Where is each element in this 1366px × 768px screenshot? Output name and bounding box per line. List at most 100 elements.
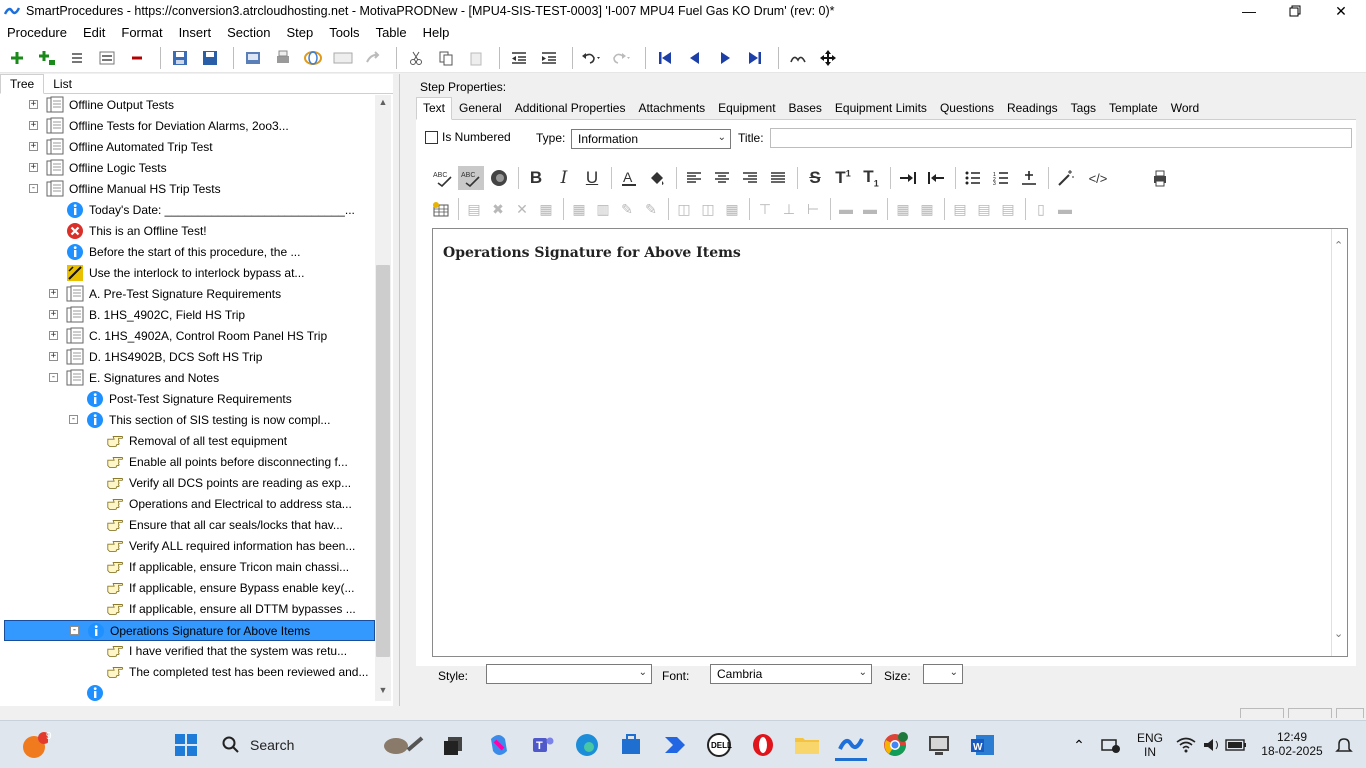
- subscript-button[interactable]: T1: [858, 166, 884, 190]
- tab-equipment-limits[interactable]: Equipment Limits: [829, 98, 933, 119]
- insert-col-right-button[interactable]: ◫: [697, 197, 719, 221]
- tree-node[interactable]: + A. Pre-Test Signature Requirements: [4, 284, 375, 305]
- add-child-button[interactable]: [34, 45, 60, 71]
- merge-button[interactable]: ▦: [535, 197, 557, 221]
- remote-desktop-button[interactable]: [923, 729, 955, 761]
- title-input[interactable]: [770, 128, 1352, 148]
- tab-tags[interactable]: Tags: [1065, 98, 1102, 119]
- tree-node[interactable]: + Offline Logic Tests: [4, 158, 375, 179]
- menu-table[interactable]: Table: [376, 25, 407, 40]
- tab-questions[interactable]: Questions: [934, 98, 1000, 119]
- is-numbered-checkbox[interactable]: [425, 130, 438, 144]
- scroll-down-icon[interactable]: ▼: [375, 685, 391, 701]
- next-button[interactable]: [712, 45, 738, 71]
- bold-button[interactable]: B: [523, 166, 549, 190]
- menu-edit[interactable]: Edit: [83, 25, 105, 40]
- collapse-icon[interactable]: -: [69, 415, 78, 424]
- menu-tools[interactable]: Tools: [329, 25, 359, 40]
- tree-node[interactable]: Verify all DCS points are reading as exp…: [4, 473, 375, 494]
- delete-table-button[interactable]: ✖: [487, 197, 509, 221]
- tree-node[interactable]: [4, 683, 375, 701]
- web-button[interactable]: [300, 45, 326, 71]
- store-button[interactable]: [615, 729, 647, 761]
- chevron-up-icon[interactable]: ⌃: [1334, 239, 1343, 252]
- cut-button[interactable]: [403, 45, 429, 71]
- print-preview-button[interactable]: [1147, 166, 1173, 190]
- collapse-icon[interactable]: -: [70, 626, 79, 635]
- edge-button[interactable]: [571, 729, 603, 761]
- edit-cell-button[interactable]: ✎: [616, 197, 638, 221]
- tree-node[interactable]: If applicable, ensure Tricon main chassi…: [4, 557, 375, 578]
- close-window-button[interactable]: ✕: [1318, 0, 1364, 22]
- delete-cell-button[interactable]: ✕: [511, 197, 533, 221]
- valign-middle-button[interactable]: ▤: [973, 197, 995, 221]
- cell-props-button[interactable]: ▦: [568, 197, 590, 221]
- word-button[interactable]: W: [967, 729, 999, 761]
- scrollbar-thumb[interactable]: [376, 265, 390, 657]
- form-button[interactable]: [330, 45, 356, 71]
- tree-node[interactable]: If applicable, ensure Bypass enable key(…: [4, 578, 375, 599]
- outdent-list-button[interactable]: [94, 45, 120, 71]
- redirect-button[interactable]: [360, 45, 386, 71]
- tab-readings[interactable]: Readings: [1001, 98, 1064, 119]
- decrease-indent-button[interactable]: [923, 166, 949, 190]
- font-color-button[interactable]: A: [616, 166, 642, 190]
- tab-tree[interactable]: Tree: [0, 74, 45, 94]
- collapse-icon[interactable]: -: [29, 184, 38, 193]
- editor-content[interactable]: Operations Signature for Above Items: [443, 245, 741, 261]
- chrome-button[interactable]: [879, 729, 911, 761]
- tab-attachments[interactable]: Attachments: [632, 98, 711, 119]
- insert-row-above-button[interactable]: ⊤: [754, 197, 776, 221]
- tree-node[interactable]: Operations and Electrical to address sta…: [4, 494, 375, 515]
- tree-node[interactable]: + C. 1HS_4902A, Control Room Panel HS Tri…: [4, 326, 375, 347]
- expand-icon[interactable]: +: [29, 142, 38, 151]
- tree-node[interactable]: This is an Offline Test!: [4, 221, 375, 242]
- type-select[interactable]: Information ⌄: [571, 129, 731, 149]
- tab-additional-properties[interactable]: Additional Properties: [509, 98, 632, 119]
- merge-cols-button[interactable]: ▦: [892, 197, 914, 221]
- valign-top-button[interactable]: ▤: [949, 197, 971, 221]
- panel-splitter[interactable]: [399, 74, 405, 706]
- magic-button[interactable]: [1053, 166, 1079, 190]
- first-button[interactable]: [652, 45, 678, 71]
- tab-template[interactable]: Template: [1103, 98, 1164, 119]
- highlight-button[interactable]: [644, 166, 670, 190]
- size-select[interactable]: ⌄: [923, 664, 963, 684]
- align-right-button[interactable]: [737, 166, 763, 190]
- expand-icon[interactable]: +: [29, 163, 38, 172]
- split-cell-button[interactable]: ▥: [592, 197, 614, 221]
- tab-bases[interactable]: Bases: [783, 98, 828, 119]
- tree-node[interactable]: - This section of SIS testing is now comp…: [4, 410, 375, 431]
- tab-list[interactable]: List: [44, 75, 81, 93]
- delete-col-button[interactable]: ▦: [721, 197, 743, 221]
- html-source-button[interactable]: </>: [1081, 166, 1115, 190]
- undo-button[interactable]: [579, 45, 605, 71]
- expand-icon[interactable]: +: [29, 100, 38, 109]
- cell-style-button[interactable]: ✎: [640, 197, 662, 221]
- insert-line-button[interactable]: [1016, 166, 1042, 190]
- expand-icon[interactable]: +: [49, 310, 58, 319]
- last-button[interactable]: [742, 45, 768, 71]
- tab-equipment[interactable]: Equipment: [712, 98, 781, 119]
- tree-node[interactable]: + Offline Automated Trip Test: [4, 137, 375, 158]
- add-button[interactable]: [4, 45, 30, 71]
- menu-format[interactable]: Format: [121, 25, 162, 40]
- start-button[interactable]: [170, 729, 202, 761]
- expand-icon[interactable]: +: [29, 121, 38, 130]
- restore-button[interactable]: [1272, 0, 1318, 22]
- tree-node[interactable]: Today's Date: __________________________…: [4, 200, 375, 221]
- split-rows-button[interactable]: ▬: [859, 197, 881, 221]
- menu-help[interactable]: Help: [423, 25, 450, 40]
- language-indicator[interactable]: ENG IN: [1130, 731, 1170, 759]
- print-button[interactable]: [270, 45, 296, 71]
- expand-icon[interactable]: +: [49, 352, 58, 361]
- increase-indent-button[interactable]: [895, 166, 921, 190]
- collapse-icon[interactable]: -: [49, 373, 58, 382]
- dell-button[interactable]: DELL: [703, 729, 735, 761]
- expand-icon[interactable]: +: [49, 289, 58, 298]
- strikethrough-button[interactable]: S: [802, 166, 828, 190]
- smartprocedures-taskbar-button[interactable]: [835, 729, 867, 761]
- insert-col-left-button[interactable]: ◫: [673, 197, 695, 221]
- weather-widget[interactable]: 9: [18, 729, 52, 761]
- tree-node[interactable]: Before the start of this procedure, the …: [4, 242, 375, 263]
